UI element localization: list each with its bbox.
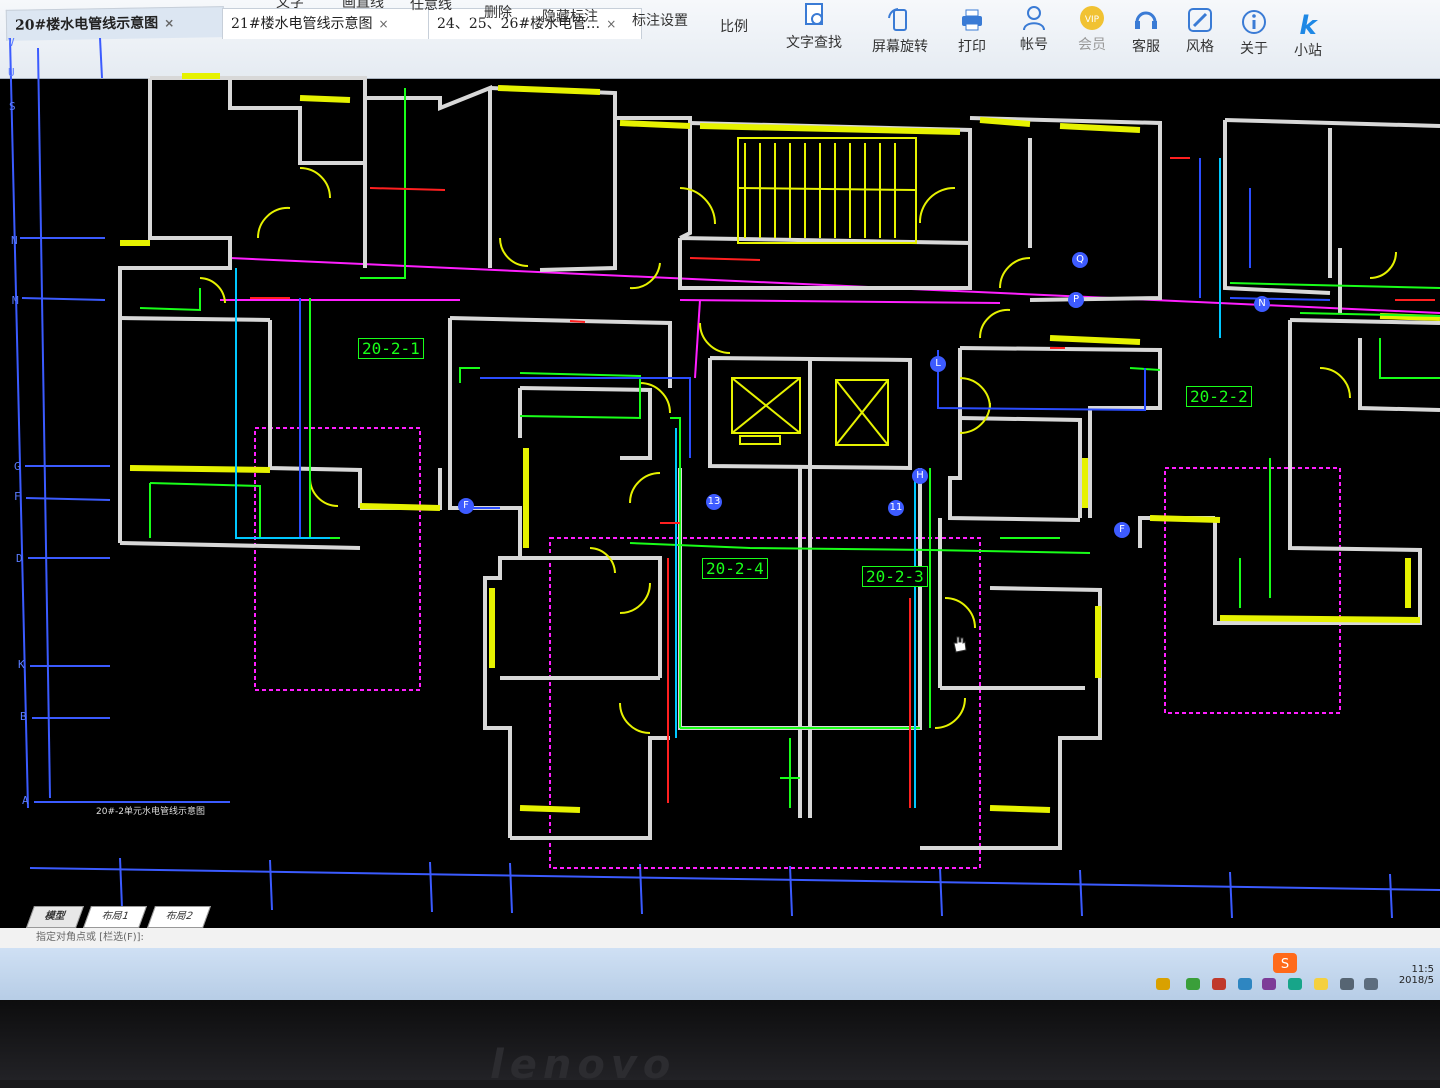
toolbar-label: 任意线 bbox=[410, 0, 452, 13]
account-icon bbox=[1023, 6, 1045, 31]
text-search-icon bbox=[805, 3, 823, 25]
grid-axis-label: K bbox=[18, 658, 25, 671]
riser-callout: 11 bbox=[888, 500, 904, 516]
svg-text:VIP: VIP bbox=[1085, 15, 1100, 25]
toolbar-markup-settings-button[interactable]: 标注设置 bbox=[632, 8, 688, 30]
grid-axis-label: V bbox=[8, 36, 15, 49]
headset-icon bbox=[1135, 11, 1157, 29]
screen-rotate-icon bbox=[888, 8, 907, 31]
grid-axis-label: S bbox=[9, 100, 16, 113]
riser-callout: Q bbox=[1072, 252, 1088, 268]
tray-app-icon[interactable] bbox=[1212, 978, 1226, 990]
drawing-canvas[interactable]: 20-2-1 20-2-2 20-2-4 20-2-3 V U S N M G … bbox=[0, 36, 1440, 919]
floor-plan bbox=[9, 37, 1440, 919]
unit-tag: 20-2-1 bbox=[358, 338, 424, 359]
tray-app-icon[interactable] bbox=[1186, 978, 1200, 990]
toolbar-label: 标注设置 bbox=[632, 13, 688, 29]
hand-cursor-icon bbox=[953, 636, 967, 653]
sogou-input-icon[interactable]: S bbox=[1272, 952, 1298, 974]
toolbar-scale-button[interactable]: 比例 bbox=[720, 14, 748, 36]
grid-axis-label: N bbox=[11, 234, 18, 247]
grid-axis-label: A bbox=[22, 794, 29, 807]
tab-label: 21#楼水电管线示意图 bbox=[231, 16, 373, 32]
toolbar-label: 画直线 bbox=[342, 0, 384, 11]
toolbar-label: 隐藏标注 bbox=[542, 9, 598, 25]
toolbar-label: 比例 bbox=[720, 19, 748, 35]
riser-callout: N bbox=[1254, 296, 1270, 312]
svg-text:S: S bbox=[1281, 957, 1289, 972]
vip-icon: VIP bbox=[1080, 6, 1104, 30]
grid-axis-label: B bbox=[20, 710, 27, 723]
tray-app-icon[interactable] bbox=[1156, 978, 1170, 990]
grid-axis-label: D bbox=[16, 552, 23, 565]
tab-layout1[interactable]: 布局1 bbox=[83, 906, 148, 928]
drawing-caption: 20#-2单元水电管线示意图 bbox=[96, 807, 205, 817]
toolbar-line-button[interactable]: 画直线 bbox=[342, 0, 384, 12]
unit-tag: 20-2-3 bbox=[862, 566, 928, 587]
grid-axis-label: U bbox=[8, 66, 15, 79]
toolbar-label: 文字 bbox=[276, 0, 304, 11]
tab-label: 20#楼水电管线示意图 bbox=[14, 15, 159, 34]
monitor-brand-logo: lenovo bbox=[490, 1042, 677, 1088]
cad-viewer-window: 20#楼水电管线示意图 × 21#楼水电管线示意图 × 24、25、26#楼水电管…… bbox=[0, 0, 1440, 1000]
taskbar: S 11:5 2018/5 bbox=[0, 948, 1440, 1000]
tab-20-building[interactable]: 20#楼水电管线示意图 × bbox=[5, 6, 225, 41]
volume-icon[interactable] bbox=[1364, 978, 1378, 990]
style-icon bbox=[1188, 8, 1212, 32]
riser-callout: P bbox=[1068, 292, 1084, 308]
layout-tabs: 模型 布局1 布局2 bbox=[25, 904, 211, 928]
riser-callout: 13 bbox=[706, 494, 722, 510]
tray-app-icon[interactable] bbox=[1262, 978, 1276, 990]
riser-callout: H bbox=[912, 468, 928, 484]
blue-pipes bbox=[299, 158, 1331, 538]
network-icon[interactable] bbox=[1340, 978, 1354, 990]
tray-app-icon[interactable] bbox=[1314, 978, 1328, 990]
clock-date: 2018/5 bbox=[1398, 975, 1434, 986]
toolbar-freeline-button[interactable]: 任意线 bbox=[410, 0, 452, 14]
stairs bbox=[737, 137, 917, 244]
tray-app-icon[interactable] bbox=[1288, 978, 1302, 990]
toolbar-text-button[interactable]: 文字 bbox=[276, 0, 304, 12]
red-pipes bbox=[250, 157, 1435, 808]
building-walls bbox=[118, 76, 1440, 850]
riser-callout: F bbox=[458, 498, 474, 514]
grid-axis-label: G bbox=[14, 460, 21, 473]
tab-close-icon[interactable]: × bbox=[164, 16, 174, 30]
info-icon bbox=[1242, 10, 1266, 34]
svg-text:k: k bbox=[1299, 11, 1318, 38]
command-line: 指定对角点或 [栏选(F)]: bbox=[0, 928, 1440, 948]
tab-layout2[interactable]: 布局2 bbox=[146, 906, 211, 928]
tab-close-icon[interactable]: × bbox=[606, 17, 616, 31]
riser-callout: L bbox=[930, 356, 946, 372]
tab-21-building[interactable]: 21#楼水电管线示意图 × bbox=[222, 8, 438, 39]
toolbar-delete-button[interactable]: 删除 bbox=[484, 0, 512, 22]
unit-tag: 20-2-4 bbox=[702, 558, 768, 579]
clock-time: 11:5 bbox=[1411, 964, 1434, 975]
grid-axis-label: F bbox=[14, 490, 21, 503]
riser-callout: F bbox=[1114, 522, 1130, 538]
grid-axis-label: M bbox=[12, 294, 19, 307]
system-clock[interactable]: 11:5 2018/5 bbox=[1399, 964, 1434, 986]
k-station-icon: k bbox=[1299, 11, 1318, 38]
tab-close-icon[interactable]: × bbox=[379, 17, 389, 31]
unit-tag: 20-2-2 bbox=[1186, 386, 1252, 407]
print-icon bbox=[962, 9, 982, 31]
monitor-bezel bbox=[0, 1000, 1440, 1080]
tab-24-25-26-building[interactable]: 24、25、26#楼水电管… × bbox=[428, 8, 642, 39]
toolbar-label: 删除 bbox=[484, 5, 512, 21]
toolbar-hide-markup-button[interactable]: 隐藏标注 bbox=[542, 4, 598, 26]
tray-app-icon[interactable] bbox=[1238, 978, 1252, 990]
tab-model[interactable]: 模型 bbox=[25, 906, 85, 928]
